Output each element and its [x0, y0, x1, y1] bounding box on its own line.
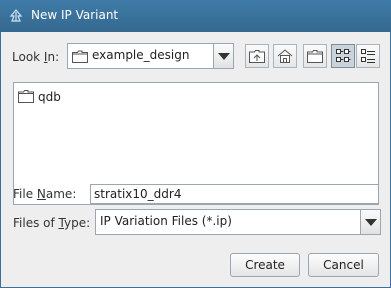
- chevron-down-icon: [218, 53, 230, 60]
- look-in-value: example_design: [92, 48, 190, 62]
- new-folder-button[interactable]: [303, 44, 327, 68]
- folder-up-icon: [249, 50, 265, 63]
- cancel-button[interactable]: Cancel: [308, 253, 379, 277]
- home-button[interactable]: [273, 44, 297, 68]
- folder-icon: [72, 50, 88, 63]
- folder-icon: [18, 90, 34, 103]
- files-of-type-combo[interactable]: IP Variation Files (*.ip): [95, 209, 381, 235]
- files-of-type-label: Files of Type:: [13, 216, 91, 230]
- home-icon: [277, 49, 293, 63]
- title-bar[interactable]: New IP Variant: [0, 0, 391, 32]
- files-of-type-dropdown-button[interactable]: [360, 209, 381, 235]
- details-view-icon: [361, 49, 375, 63]
- file-name-value: stratix10_ddr4: [94, 187, 182, 201]
- app-logo-icon: [9, 9, 23, 22]
- files-of-type-value: IP Variation Files (*.ip): [100, 214, 232, 228]
- window-title: New IP Variant: [31, 8, 119, 22]
- file-name-label: qdb: [38, 90, 61, 104]
- list-view-button[interactable]: [331, 44, 355, 68]
- look-in-label: Look In:: [12, 50, 60, 64]
- details-view-button[interactable]: [356, 44, 380, 68]
- new-folder-icon: [307, 50, 323, 63]
- look-in-dropdown-button[interactable]: [213, 43, 234, 69]
- chevron-down-icon: [365, 219, 377, 226]
- up-one-level-button[interactable]: [245, 44, 269, 68]
- file-name-input[interactable]: stratix10_ddr4: [90, 184, 379, 204]
- file-name-label: File Name:: [13, 187, 77, 201]
- dialog-window: New IP Variant Look In: example_design q…: [0, 0, 391, 288]
- look-in-combo[interactable]: example_design: [67, 43, 234, 69]
- dialog-content: Look In: example_design qdb File Name: s…: [1, 32, 390, 287]
- create-button[interactable]: Create: [230, 253, 300, 277]
- list-view-icon: [336, 49, 351, 62]
